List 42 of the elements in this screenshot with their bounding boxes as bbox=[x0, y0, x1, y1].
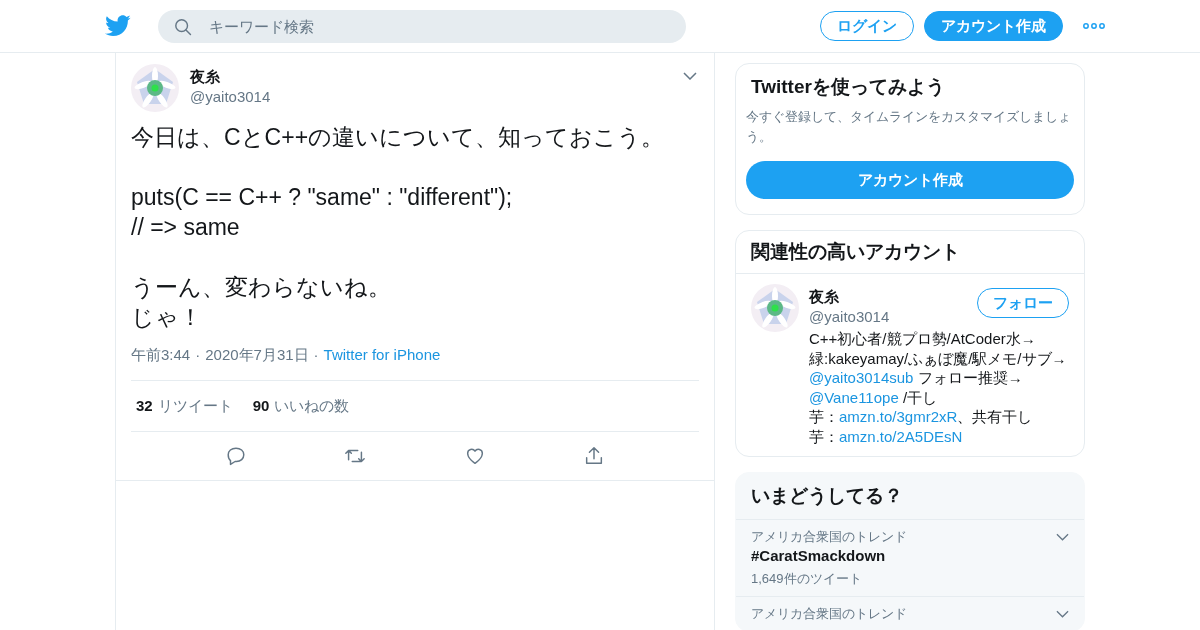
tweet-text: じゃ！ bbox=[131, 303, 203, 332]
stat-count[interactable]: 90 bbox=[252, 396, 270, 416]
separator-dot: · bbox=[312, 346, 320, 365]
tweet-date[interactable]: 2020年7月31日 bbox=[205, 346, 309, 365]
tweet-text: // => same bbox=[131, 213, 241, 242]
user-bio: C++初心者/競プロ勢/AtCoder水→ 緑:kakeyamay/ふぁぼ魔/駅メモ/サブ→ @yaito3014sub フォロー推奨→ @Vane11ope /干し 芋：amzn.to/3gmr2xR、共有干し 芋：amzn.to/2A5DEsN bbox=[809, 329, 1068, 446]
chevron-down-icon[interactable] bbox=[683, 72, 697, 80]
user-name[interactable]: 夜糸 bbox=[809, 287, 890, 307]
card-title: 関連性の高いアカウント bbox=[736, 231, 1084, 274]
bio-link[interactable]: amzn.to/2A5DEsN bbox=[839, 427, 963, 445]
tweet-count: 1,649件のツイート bbox=[751, 570, 862, 588]
search-field[interactable]: キーワード検索 bbox=[158, 9, 686, 43]
follow-button[interactable]: フォロー bbox=[977, 288, 1069, 318]
user-name[interactable]: 夜糸 bbox=[190, 67, 271, 87]
trend-location: アメリカ合衆国のトレンド bbox=[751, 528, 907, 546]
stat-label[interactable]: リツイート bbox=[157, 396, 233, 416]
tweet-text: puts(C == C++ ? "same" : "different"); bbox=[131, 183, 514, 212]
separator-dot: · bbox=[194, 346, 202, 365]
card-description: 今すぐ登録して、タイムラインをカスタマイズしましょう。 bbox=[746, 108, 1072, 146]
trend-hashtag[interactable]: #CaratSmackdown bbox=[751, 546, 886, 566]
more-icon[interactable] bbox=[1083, 23, 1105, 29]
user-handle[interactable]: @yaito3014 bbox=[809, 307, 890, 327]
chevron-down-icon[interactable] bbox=[1056, 610, 1069, 618]
trend-location: アメリカ合衆国のトレンド bbox=[751, 605, 907, 623]
card-title: いまどうしてる？ bbox=[750, 484, 904, 508]
login-button[interactable]: ログイン bbox=[820, 11, 914, 41]
card-title: Twitterを使ってみよう bbox=[750, 75, 946, 99]
bird-logo-icon[interactable] bbox=[105, 15, 131, 37]
bio-link[interactable]: amzn.to/3gmr2xR bbox=[839, 408, 958, 425]
source-link[interactable]: Twitter for iPhone bbox=[323, 346, 441, 365]
tweet-text: うーん、変わらないね。 bbox=[131, 273, 392, 302]
signup-button[interactable]: アカウント作成 bbox=[924, 11, 1063, 41]
tweet-text: 今日は、CとC++の違いについて、知っておこう。 bbox=[131, 123, 666, 152]
chevron-down-icon[interactable] bbox=[1056, 533, 1069, 541]
user-handle[interactable]: @yaito3014 bbox=[190, 87, 271, 107]
stat-label[interactable]: いいねの数 bbox=[274, 396, 350, 416]
tweet-time[interactable]: 午前3:44 bbox=[131, 346, 191, 365]
bio-link[interactable]: @Vane11ope bbox=[809, 388, 899, 406]
stat-count[interactable]: 32 bbox=[136, 396, 153, 416]
search-icon bbox=[174, 17, 192, 36]
bio-link[interactable]: @yaito3014sub bbox=[809, 369, 914, 386]
signup-button[interactable]: アカウント作成 bbox=[746, 161, 1074, 199]
